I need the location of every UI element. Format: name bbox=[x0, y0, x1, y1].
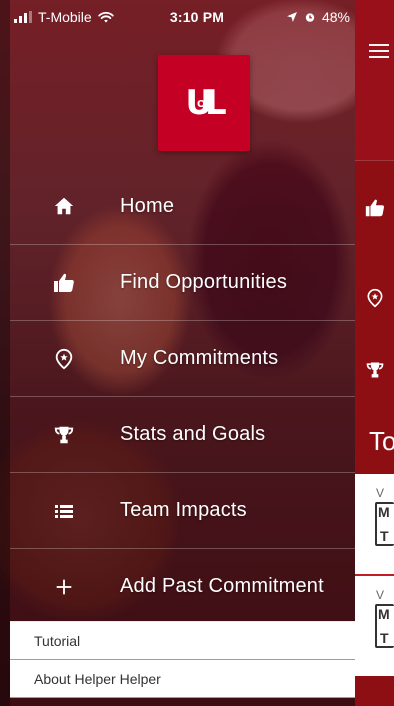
peek-card-1-top: V bbox=[376, 486, 385, 500]
menu-label-find-opportunities: Find Opportunities bbox=[120, 271, 288, 293]
drawer-left-edge bbox=[0, 0, 10, 706]
peek-card-1[interactable]: V M T bbox=[355, 474, 394, 574]
logo-l: L bbox=[204, 83, 227, 123]
main-screen-peek[interactable]: To V M T V M T bbox=[355, 0, 394, 706]
bottom-links: Tutorial About Helper Helper bbox=[10, 621, 355, 698]
menu-label-add-past-commitment: Add Past Commitment bbox=[120, 575, 324, 597]
peek-card-2-top: V bbox=[376, 588, 385, 602]
alarm-icon bbox=[304, 11, 316, 23]
menu-item-add-past-commitment[interactable]: Add Past Commitment bbox=[10, 549, 355, 625]
menu-item-find-opportunities[interactable]: Find Opportunities bbox=[10, 245, 355, 321]
menu-item-team-impacts[interactable]: Team Impacts bbox=[10, 473, 355, 549]
thumbs-up-icon bbox=[48, 267, 80, 299]
peek-card-2-bottom: T bbox=[380, 630, 389, 646]
peek-section-title: To bbox=[369, 426, 394, 456]
peek-card-2-mid: M bbox=[378, 606, 390, 622]
list-icon bbox=[48, 495, 80, 527]
peek-header bbox=[355, 0, 394, 160]
menu-label-home: Home bbox=[120, 194, 175, 217]
peek-card-2[interactable]: V M T bbox=[355, 576, 394, 676]
peek-card-1-bottom: T bbox=[380, 528, 389, 544]
peek-location-star-icon bbox=[363, 286, 387, 310]
location-arrow-icon bbox=[286, 11, 298, 23]
battery-percent: 48% bbox=[321, 9, 350, 25]
drawer-menu: Home Find Opportunities My Commitments S… bbox=[10, 168, 355, 625]
status-bar: T-Mobile 3:10 PM 48% bbox=[0, 0, 394, 34]
peek-card-1-mid: M bbox=[378, 504, 390, 520]
menu-label-team-impacts: Team Impacts bbox=[120, 499, 247, 521]
hamburger-menu-icon[interactable] bbox=[369, 44, 389, 58]
home-icon bbox=[48, 190, 80, 222]
menu-item-my-commitments[interactable]: My Commitments bbox=[10, 321, 355, 397]
uofl-logo: U OF L bbox=[158, 55, 250, 151]
bottom-link-about-label: About Helper Helper bbox=[34, 670, 161, 687]
trophy-icon bbox=[48, 419, 80, 451]
peek-thumbs-up-icon bbox=[363, 196, 387, 220]
bottom-link-about[interactable]: About Helper Helper bbox=[10, 660, 355, 698]
bottom-link-tutorial-label: Tutorial bbox=[34, 632, 81, 649]
peek-trophy-icon bbox=[363, 358, 387, 382]
menu-item-home[interactable]: Home bbox=[10, 168, 355, 245]
location-star-icon bbox=[48, 343, 80, 375]
menu-item-stats-and-goals[interactable]: Stats and Goals bbox=[10, 397, 355, 473]
bottom-link-tutorial[interactable]: Tutorial bbox=[10, 622, 355, 660]
menu-label-stats-and-goals: Stats and Goals bbox=[120, 423, 266, 445]
plus-icon bbox=[48, 571, 80, 603]
peek-footer bbox=[355, 676, 394, 706]
menu-label-my-commitments: My Commitments bbox=[120, 347, 279, 369]
